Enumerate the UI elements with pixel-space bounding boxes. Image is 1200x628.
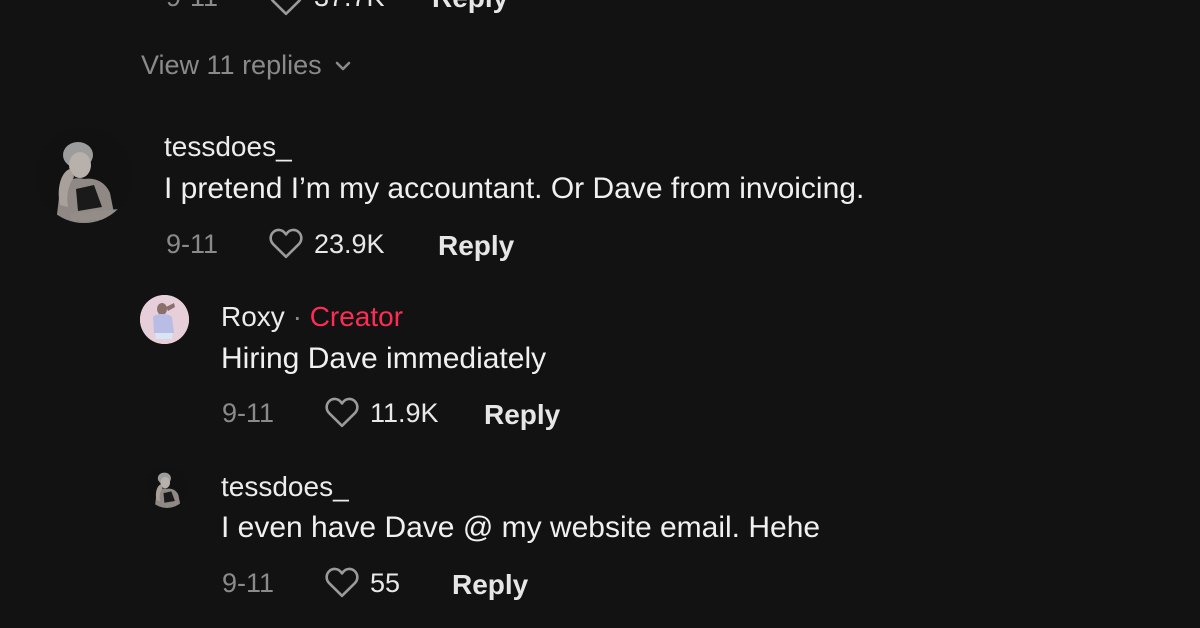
like-count: 37.7K [314, 0, 385, 13]
reply-button[interactable]: Reply [438, 230, 514, 262]
view-replies-label: View 11 replies [141, 50, 322, 80]
comment-date: 9-11 [166, 0, 218, 13]
comment-date: 9-11 [166, 229, 219, 259]
comment-username[interactable]: tessdoes_ [164, 131, 292, 163]
comment-date: 9-11 [222, 568, 275, 598]
comment-username[interactable]: tessdoes_ [221, 471, 349, 503]
reply-button[interactable]: Reply [484, 399, 560, 431]
like-count: 55 [370, 568, 401, 598]
heart-icon[interactable] [268, 227, 304, 259]
reply-button[interactable]: Reply [432, 0, 508, 14]
comment-date: 9-11 [222, 398, 275, 428]
like-count: 11.9K [370, 398, 439, 428]
comment-username[interactable]: Roxy [221, 301, 285, 332]
heart-icon[interactable] [324, 396, 360, 428]
like-count: 23.9K [314, 229, 385, 259]
comment-text: I even have Dave @ my website email. Heh… [221, 511, 821, 544]
chevron-down-icon [335, 61, 350, 70]
view-replies-button[interactable]: View 11 replies [141, 50, 352, 81]
avatar-roxy[interactable] [140, 295, 189, 344]
heart-icon[interactable] [268, 0, 304, 16]
comment-text: I pretend I’m my accountant. Or Dave fro… [164, 172, 865, 205]
avatar-tessdoes[interactable] [36, 127, 132, 223]
heart-icon[interactable] [324, 566, 360, 598]
avatar-tessdoes[interactable] [146, 466, 188, 508]
creator-badge: Creator [309, 301, 404, 332]
comment-text: Hiring Dave immediately [221, 342, 547, 375]
reply-button[interactable]: Reply [452, 569, 528, 601]
separator-dot: · [292, 301, 302, 332]
reply-header: Roxy · Creator [221, 301, 403, 333]
